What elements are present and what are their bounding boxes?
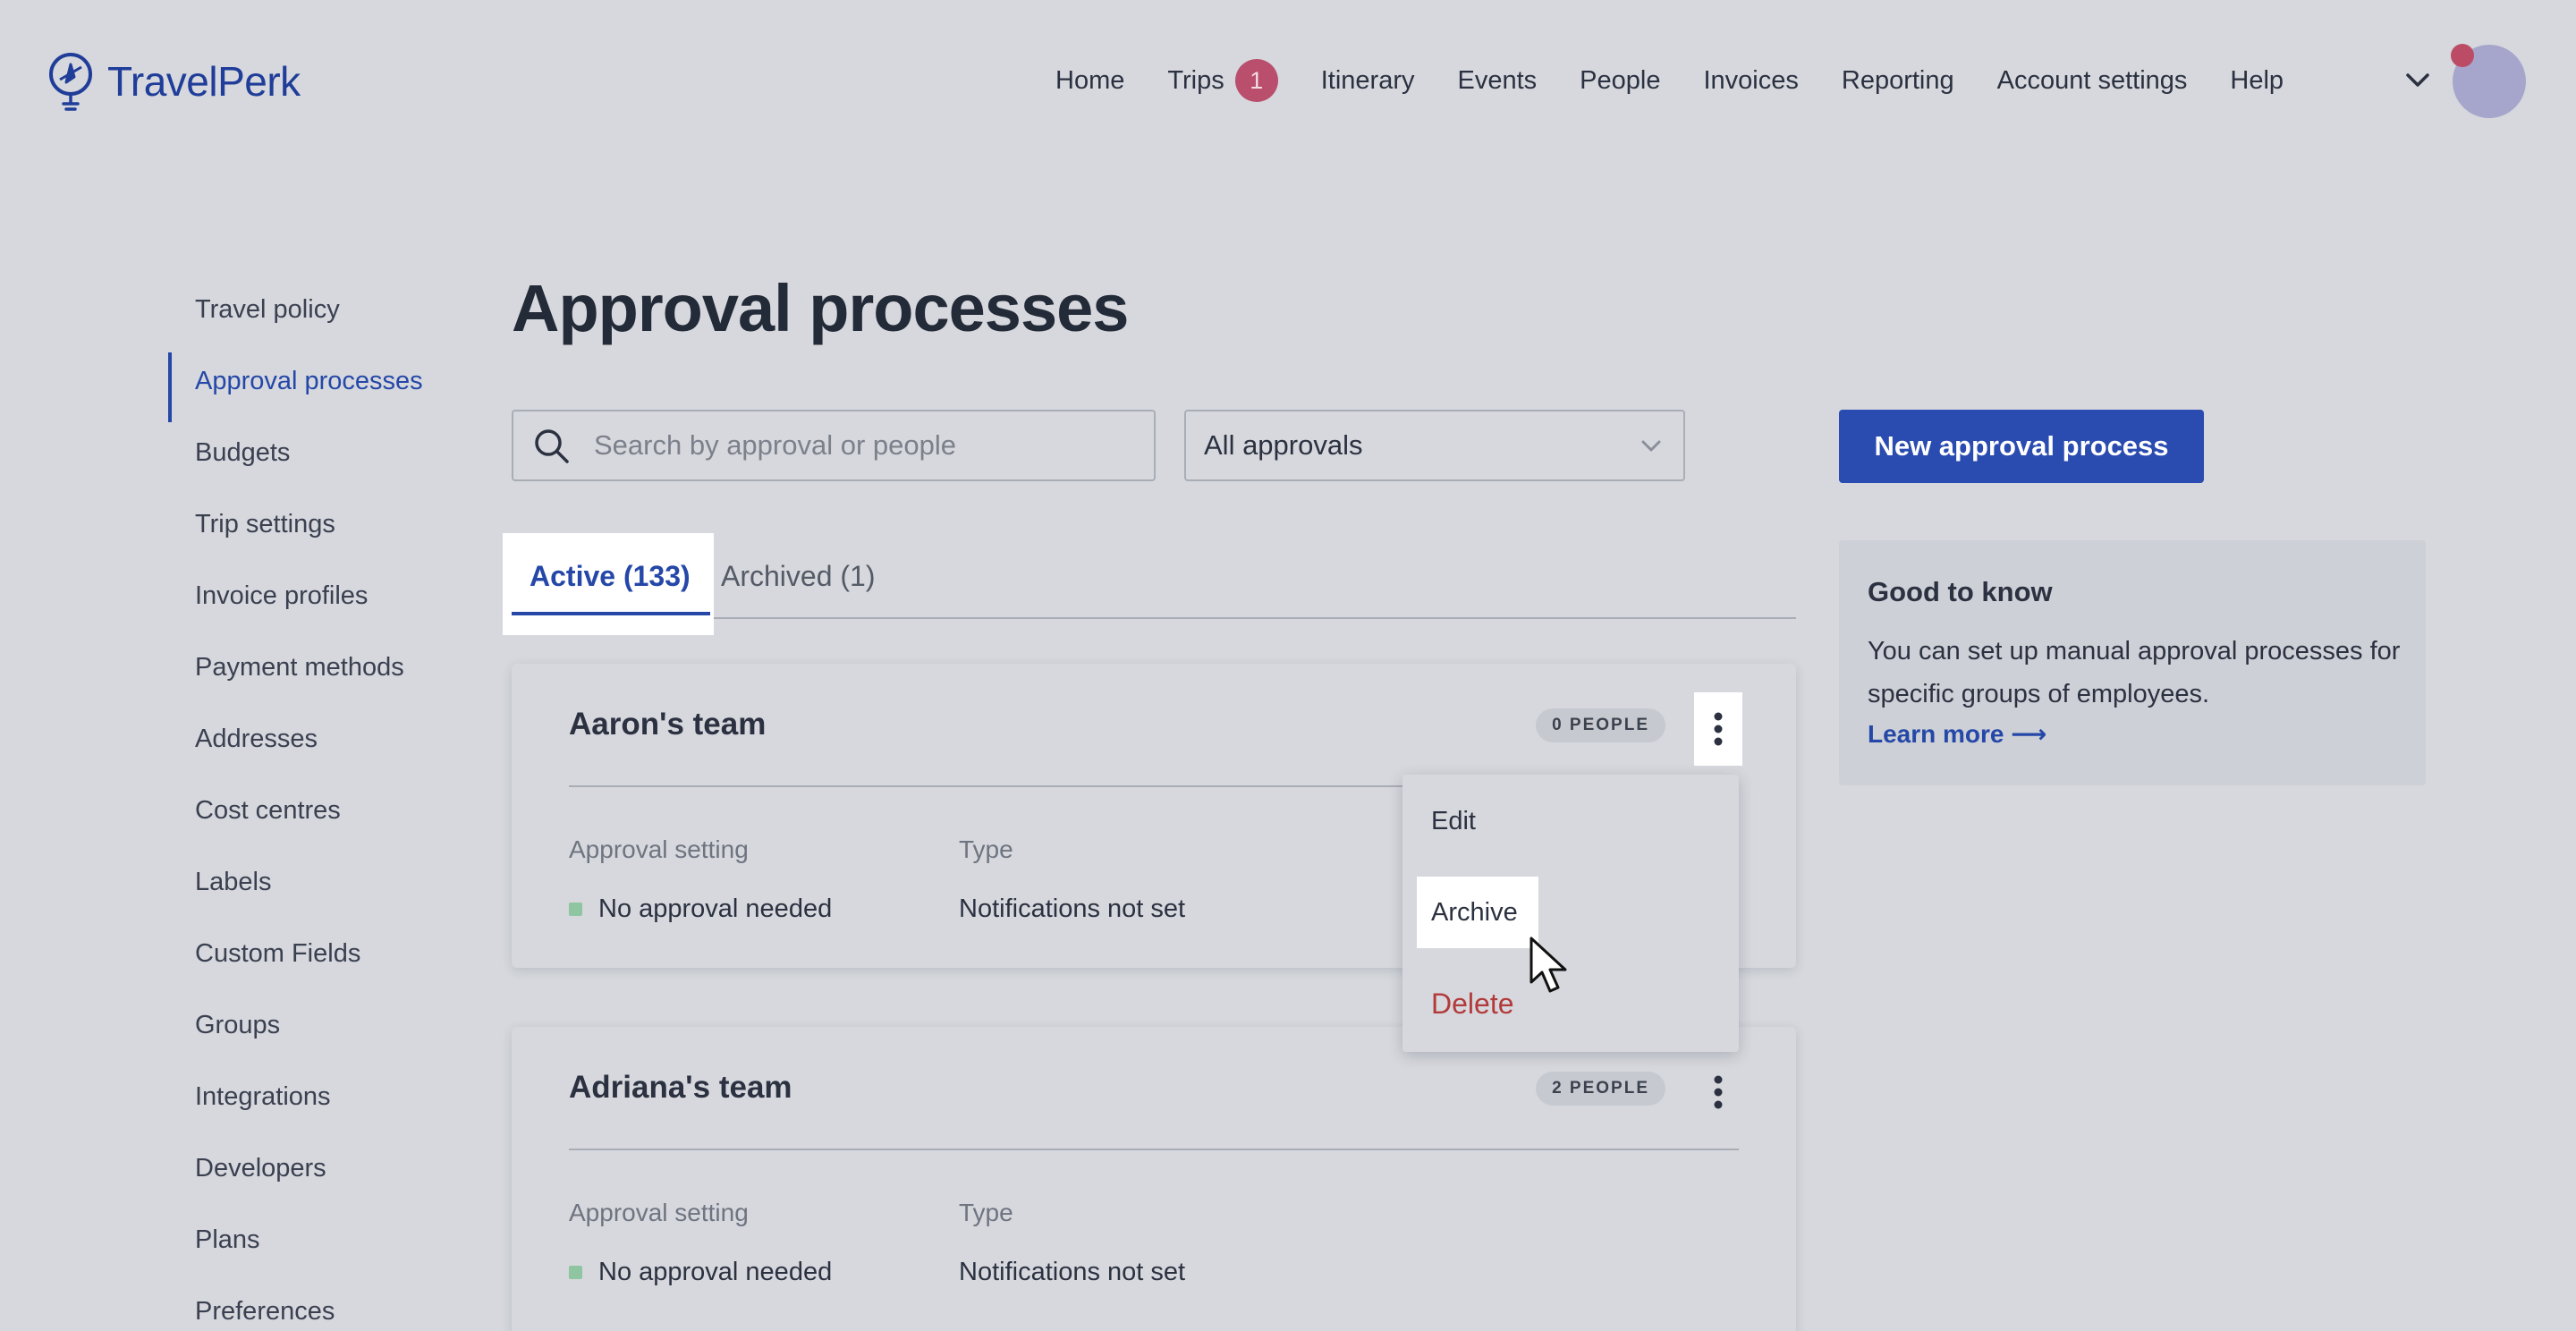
nav-people[interactable]: People <box>1580 66 1660 96</box>
card-options-button[interactable] <box>1694 1055 1742 1129</box>
main-nav: Home Trips 1 Itinerary Events People Inv… <box>1055 54 2284 107</box>
nav-reporting-label: Reporting <box>1841 65 1954 95</box>
trips-count-badge: 1 <box>1234 59 1278 102</box>
page-title: Approval processes <box>512 271 1129 345</box>
sidebar-item-plans[interactable]: Plans <box>168 1204 472 1276</box>
chevron-down-icon <box>1641 440 1661 452</box>
nav-events[interactable]: Events <box>1458 66 1538 96</box>
approval-setting-value: No approval needed <box>569 894 832 924</box>
logo-text: TravelPerk <box>107 58 301 105</box>
info-text: You can set up manual approval processes… <box>1868 637 2401 708</box>
card-divider <box>569 1149 1739 1150</box>
sidebar-item-integrations[interactable]: Integrations <box>168 1061 472 1132</box>
nav-account-settings[interactable]: Account settings <box>1997 66 2188 96</box>
approval-setting-label: Approval setting <box>569 1199 749 1226</box>
menu-item-delete[interactable]: Delete <box>1431 988 1514 1021</box>
nav-invoices[interactable]: Invoices <box>1703 66 1798 96</box>
status-dot-icon <box>569 903 582 916</box>
info-title: Good to know <box>1868 576 2053 607</box>
sidebar-item-approval-processes[interactable]: Approval processes <box>168 345 472 422</box>
approval-card-adrianas-team[interactable]: Adriana's team 2 PEOPLE Approval setting… <box>512 1027 1796 1331</box>
type-label: Type <box>959 1199 1013 1226</box>
search-input[interactable] <box>594 429 1131 462</box>
kebab-menu-icon <box>1714 1075 1723 1109</box>
sidebar-item-addresses[interactable]: Addresses <box>168 703 472 775</box>
good-to-know-panel: Good to know You can set up manual appro… <box>1839 540 2426 785</box>
nav-account-settings-label: Account settings <box>1996 65 2188 95</box>
type-value: Notifications not set <box>959 894 1186 923</box>
card-title: Aaron's team <box>569 707 767 742</box>
nav-help-label: Help <box>2230 65 2284 95</box>
approval-setting-text: No approval needed <box>598 894 833 923</box>
sidebar-item-custom-fields[interactable]: Custom Fields <box>168 918 472 989</box>
sidebar-item-trip-settings[interactable]: Trip settings <box>168 488 472 560</box>
sidebar-item-labels[interactable]: Labels <box>168 846 472 918</box>
nav-home[interactable]: Home <box>1055 66 1124 96</box>
sidebar-item-invoice-profiles[interactable]: Invoice profiles <box>168 560 472 632</box>
sidebar-item-preferences[interactable]: Preferences <box>168 1276 472 1331</box>
nav-trips[interactable]: Trips 1 <box>1167 59 1278 102</box>
nav-trips-label: Trips <box>1167 65 1224 95</box>
menu-item-edit[interactable]: Edit <box>1431 807 1476 836</box>
nav-itinerary[interactable]: Itinerary <box>1321 66 1415 96</box>
approval-setting-value: No approval needed <box>569 1258 832 1287</box>
card-options-menu: Edit Archive Delete <box>1402 775 1739 1052</box>
sidebar-item-payment-methods[interactable]: Payment methods <box>168 632 472 703</box>
sidebar-item-cost-centres[interactable]: Cost centres <box>168 775 472 846</box>
search-field[interactable] <box>512 410 1156 481</box>
tab-active[interactable]: Active (133) <box>530 560 691 593</box>
nav-invoices-label: Invoices <box>1703 65 1799 95</box>
approval-setting-label: Approval setting <box>569 835 749 863</box>
sidebar-item-groups[interactable]: Groups <box>168 989 472 1061</box>
learn-more-link[interactable]: Learn more ⟶ <box>1868 719 2046 749</box>
tab-archived[interactable]: Archived (1) <box>721 560 876 593</box>
account-menu-chevron-down-icon[interactable] <box>2402 64 2433 95</box>
search-icon <box>535 429 569 463</box>
active-tab-underline <box>512 612 710 615</box>
settings-sidebar: Travel policy Approval processes Budgets… <box>168 274 472 1331</box>
nav-itinerary-label: Itinerary <box>1320 65 1415 95</box>
type-value: Notifications not set <box>959 1258 1186 1286</box>
kebab-menu-icon <box>1714 712 1723 746</box>
approval-setting-text: No approval needed <box>598 1258 833 1286</box>
mouse-pointer-icon <box>1530 937 1567 993</box>
new-approval-process-button[interactable]: New approval process <box>1839 410 2204 483</box>
menu-item-archive[interactable]: Archive <box>1431 898 1518 928</box>
nav-reporting[interactable]: Reporting <box>1842 66 1954 96</box>
sidebar-item-travel-policy[interactable]: Travel policy <box>168 274 472 345</box>
filter-selected-value: All approvals <box>1204 429 1363 461</box>
nav-people-label: People <box>1580 65 1661 95</box>
sidebar-item-developers[interactable]: Developers <box>168 1132 472 1204</box>
status-dot-icon <box>569 1266 582 1279</box>
nav-events-label: Events <box>1457 65 1538 95</box>
approvals-filter-select[interactable]: All approvals <box>1184 410 1685 481</box>
card-title: Adriana's team <box>569 1070 792 1105</box>
nav-help[interactable]: Help <box>2230 66 2284 96</box>
status-tabs: Active (133) Archived (1) <box>503 533 1796 635</box>
card-options-button[interactable] <box>1694 692 1742 766</box>
nav-home-label: Home <box>1055 65 1125 95</box>
people-count-badge: 0 PEOPLE <box>1536 708 1665 742</box>
people-count-badge: 2 PEOPLE <box>1536 1072 1665 1106</box>
travelperk-logo[interactable]: TravelPerk <box>47 50 301 113</box>
notification-dot <box>2451 44 2474 67</box>
plane-pin-icon <box>49 53 92 111</box>
type-label: Type <box>959 835 1013 863</box>
sidebar-item-budgets[interactable]: Budgets <box>168 417 472 488</box>
top-header: TravelPerk Home Trips 1 Itinerary Events… <box>0 0 2576 161</box>
